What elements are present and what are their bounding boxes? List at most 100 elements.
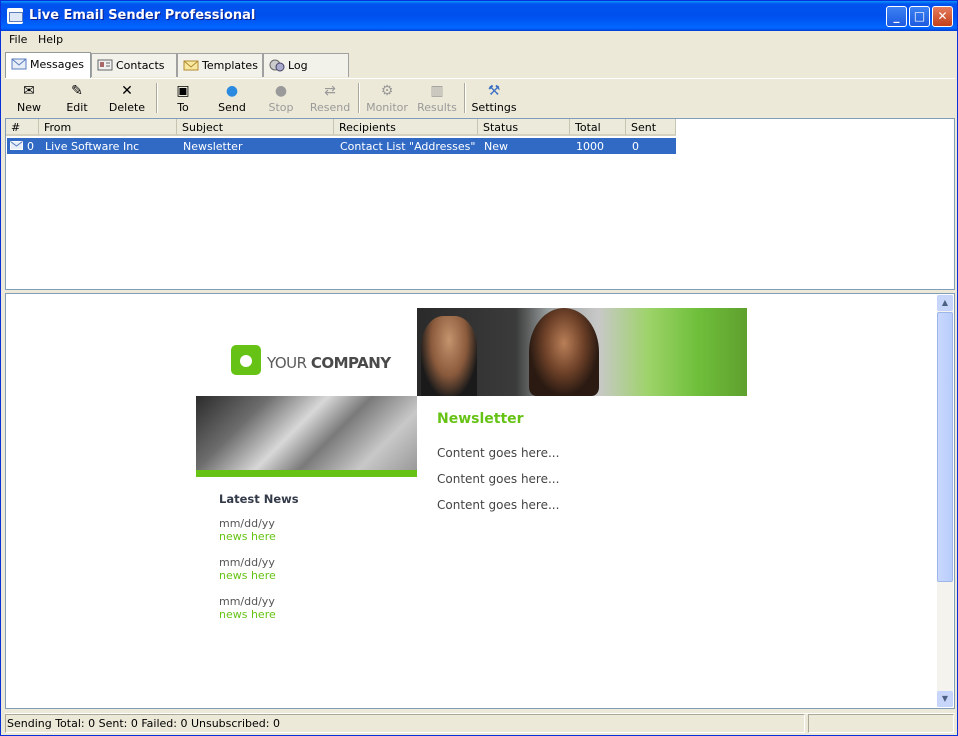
logo-text-light: YOUR [267,354,311,372]
monitor-button[interactable]: ⚙ Monitor [365,81,409,115]
log-icon [269,59,285,72]
side-accent-bar [196,470,417,477]
address-card-icon: ▣ [176,83,190,99]
column-header-subject[interactable]: Subject [177,119,334,136]
tab-contacts[interactable]: Contacts [91,53,177,77]
edit-icon: ✎ [71,83,83,99]
content-paragraph: Content goes here... [437,446,560,460]
new-button[interactable]: ✉ New [11,81,47,115]
tab-log[interactable]: Log [263,53,349,77]
news-link[interactable]: news here [219,530,276,543]
delete-button[interactable]: ✕ Delete [107,81,147,115]
close-button[interactable]: ✕ [932,6,953,27]
tab-label: Messages [30,58,84,71]
new-label: New [17,101,41,114]
stop-button[interactable]: ● Stop [263,81,299,115]
toolbar-separator [464,83,466,113]
resend-label: Resend [309,101,351,114]
scroll-up-arrow-icon[interactable]: ▲ [937,295,953,311]
news-link[interactable]: news here [219,569,276,582]
edit-button[interactable]: ✎ Edit [59,81,95,115]
maximize-button[interactable]: □ [909,6,930,27]
column-header-total[interactable]: Total [570,119,626,136]
tab-label: Log [288,59,308,72]
news-date: mm/dd/yy [219,517,275,530]
news-date: mm/dd/yy [219,556,275,569]
resend-icon: ⇄ [324,83,336,99]
vertical-scrollbar[interactable]: ▲ ▼ [937,295,953,707]
cell-status: New [484,140,508,153]
company-logo-mark [231,345,261,375]
messages-icon [11,58,27,70]
latest-news-heading: Latest News [219,492,299,506]
tab-label: Contacts [116,59,165,72]
monitor-label: Monitor [366,101,408,114]
templates-icon [183,60,199,71]
hero-person-man [421,316,477,396]
scroll-thumb[interactable] [937,312,953,582]
message-envelope-icon [10,141,23,150]
toolbar: ✉ New ✎ Edit ✕ Delete ▣ To ● Send ● Stop… [5,78,955,116]
title-bar: Live Email Sender Professional _ □ ✕ [1,1,957,31]
cell-number: 0 [27,140,34,153]
messages-table: # From Subject Recipients Status Total S… [5,118,955,290]
status-text: Sending Total: 0 Sent: 0 Failed: 0 Unsub… [5,714,805,733]
send-button[interactable]: ● Send [213,81,251,115]
column-header-number[interactable]: # [6,119,39,136]
status-panel-right [808,714,954,733]
app-window: Live Email Sender Professional _ □ ✕ Fil… [0,0,958,736]
menu-bar: File Help [1,31,957,49]
resend-button[interactable]: ⇄ Resend [309,81,351,115]
send-icon: ● [225,83,239,99]
toolbar-separator [358,83,360,113]
column-header-recipients[interactable]: Recipients [334,119,478,136]
scroll-down-arrow-icon[interactable]: ▼ [937,691,953,707]
cell-from: Live Software Inc [45,140,140,153]
contacts-icon [97,59,113,71]
logo-text-bold: COMPANY [310,354,391,372]
cell-subject: Newsletter [183,140,243,153]
results-label: Results [417,101,457,114]
table-row[interactable]: 0 Live Software Inc Newsletter Contact L… [7,138,676,154]
column-header-status[interactable]: Status [478,119,570,136]
settings-button[interactable]: ⚒ Settings [471,81,517,115]
menu-help[interactable]: Help [38,33,63,46]
delete-label: Delete [108,101,146,114]
tab-templates[interactable]: Templates [177,53,263,77]
tab-label: Templates [202,59,258,72]
news-link[interactable]: news here [219,608,276,621]
status-bar: Sending Total: 0 Sent: 0 Failed: 0 Unsub… [5,713,955,733]
results-button[interactable]: ▥ Results [415,81,459,115]
toolbar-separator [156,83,158,113]
monitor-gear-icon: ⚙ [380,83,394,99]
tab-messages[interactable]: Messages [5,52,91,78]
news-date: mm/dd/yy [219,595,275,608]
hero-person-woman [529,308,599,396]
stop-icon: ● [274,83,288,99]
results-chart-icon: ▥ [430,83,444,99]
newsletter-heading: Newsletter [437,411,524,427]
menu-file[interactable]: File [9,33,27,46]
minimize-button[interactable]: _ [886,6,907,27]
cell-recipients: Contact List "Addresses" [340,140,476,153]
window-title: Live Email Sender Professional [29,8,256,23]
to-label: To [177,101,189,114]
side-banner-image [196,396,417,470]
hero-image [417,308,747,396]
content-paragraph: Content goes here... [437,472,560,486]
settings-label: Settings [471,101,517,114]
company-logo-text: YOUR COMPANY [267,354,391,372]
cell-sent: 0 [632,140,639,153]
settings-wrench-icon: ⚒ [487,83,501,99]
app-envelope-icon [7,8,23,24]
cell-total: 1000 [576,140,604,153]
edit-label: Edit [66,101,88,114]
column-header-from[interactable]: From [39,119,177,136]
new-message-icon: ✉ [23,83,35,99]
content-paragraph: Content goes here... [437,498,560,512]
send-label: Send [218,101,246,114]
delete-icon: ✕ [121,83,133,99]
column-header-sent[interactable]: Sent [626,119,676,136]
to-button[interactable]: ▣ To [165,81,201,115]
stop-label: Stop [268,101,294,114]
